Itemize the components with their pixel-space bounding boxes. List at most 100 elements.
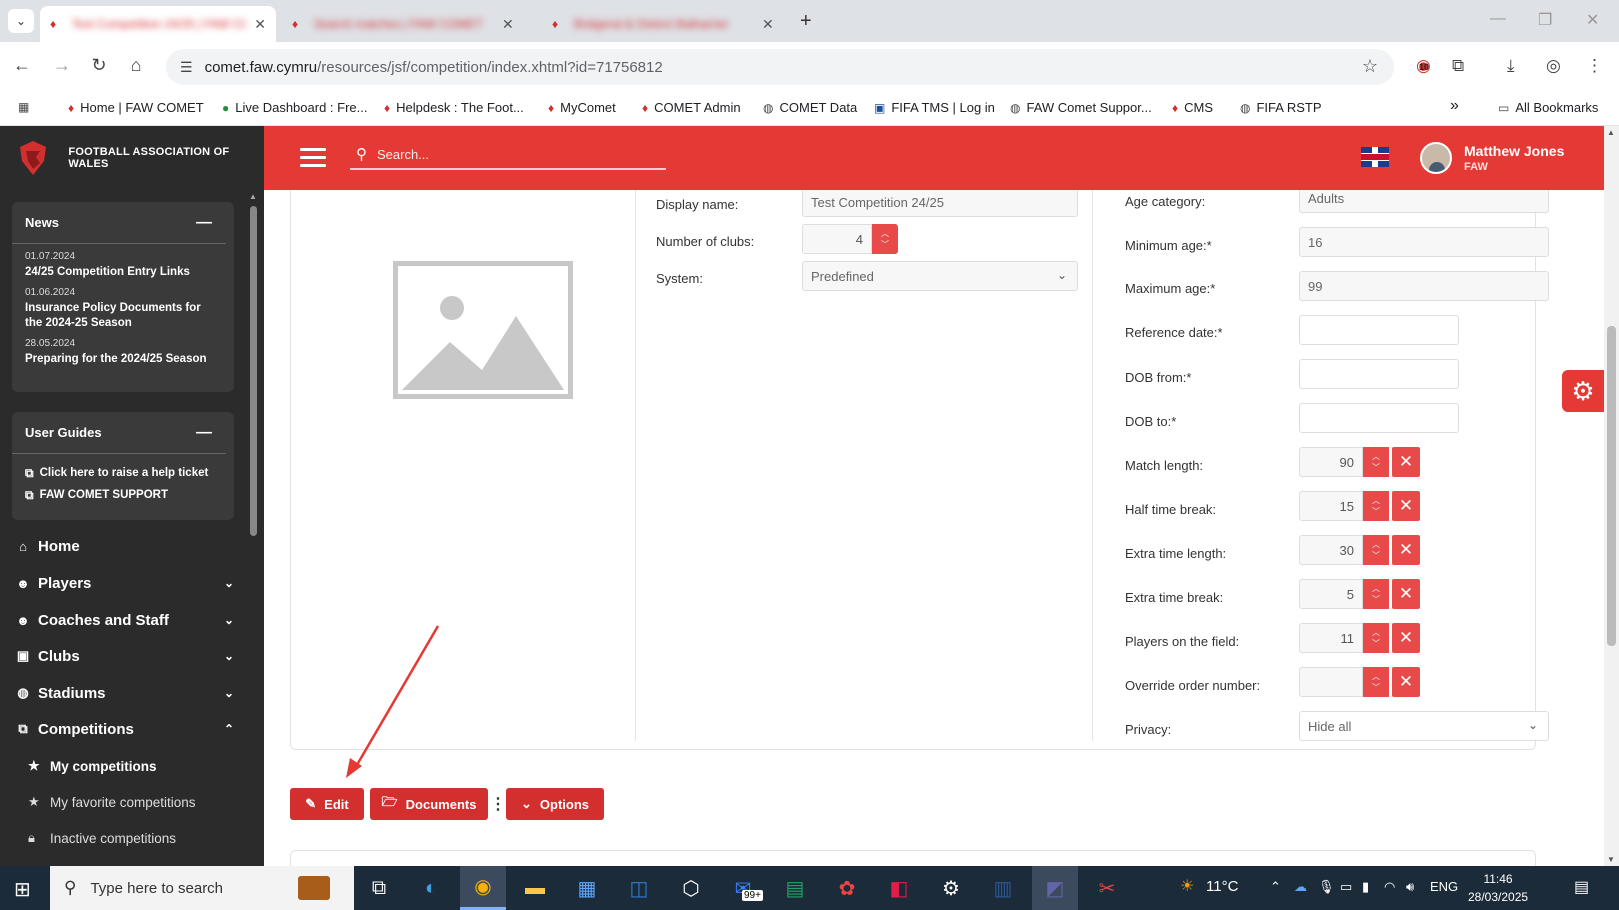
- chrome-icon[interactable]: ◉: [460, 866, 506, 910]
- weather-temp[interactable]: 11°C: [1206, 878, 1238, 895]
- chevron-up-icon[interactable]: ︿: [1372, 671, 1380, 682]
- site-info-icon[interactable]: ☰: [180, 59, 193, 76]
- user-guides-panel-header[interactable]: User Guides —: [12, 412, 226, 454]
- microphone-icon[interactable]: 🎙︎: [1318, 879, 1335, 895]
- bookmark-star-icon[interactable]: ☆: [1362, 56, 1378, 77]
- players-on-field-input[interactable]: 11: [1299, 623, 1363, 653]
- chevron-down-icon[interactable]: ﹀: [1372, 462, 1380, 473]
- match-length-input[interactable]: 90: [1299, 447, 1363, 477]
- new-tab-button[interactable]: +: [800, 10, 812, 33]
- chevron-down-icon[interactable]: ﹀: [1372, 682, 1380, 693]
- more-menu-icon[interactable]: ⋮: [1586, 56, 1603, 76]
- dob-from-field[interactable]: [1299, 359, 1459, 389]
- nav-inactive-competitions[interactable]: 🔒︎ Inactive competitions: [0, 820, 248, 856]
- page-scrollbar[interactable]: ▲ ▼: [1604, 126, 1619, 866]
- override-order-number-clear-button[interactable]: ✕: [1392, 667, 1420, 697]
- documents-button[interactable]: 🗁︎ Documents: [370, 788, 488, 820]
- extra-time-length-stepper[interactable]: ︿ ﹀: [1363, 535, 1389, 565]
- extra-time-break-input[interactable]: 5: [1299, 579, 1363, 609]
- profile-icon[interactable]: ◎: [1546, 56, 1561, 76]
- bookmark-comet-data[interactable]: ◍ COMET Data: [763, 100, 857, 115]
- chevron-up-icon[interactable]: ︿: [881, 228, 889, 239]
- nav-my-competitions[interactable]: ★ My competitions: [0, 748, 248, 784]
- mail-app-icon[interactable]: ✉: [720, 866, 766, 910]
- hamburger-menu-icon[interactable]: [300, 148, 326, 168]
- extra-time-length-input[interactable]: 30: [1299, 535, 1363, 565]
- chevron-up-icon[interactable]: ⌃: [1270, 879, 1281, 895]
- maximum-age-field[interactable]: 99: [1299, 271, 1549, 301]
- search-input[interactable]: ⚲ Search...: [350, 140, 666, 170]
- chevron-down-icon[interactable]: ﹀: [1372, 594, 1380, 605]
- nav-clubs[interactable]: ▣ Clubs ⌄: [0, 638, 248, 674]
- bookmark-cms[interactable]: ♦ CMS: [1172, 100, 1213, 115]
- number-of-clubs-stepper[interactable]: ︿ ﹀: [872, 224, 898, 254]
- browser-tab-2[interactable]: ♦ Search matches | FAW COMET ✕: [282, 6, 528, 42]
- scroll-up-icon[interactable]: ▲: [249, 192, 257, 201]
- tab-search-menu-button[interactable]: ⌄: [8, 9, 34, 33]
- more-bookmarks-button[interactable]: »: [1450, 97, 1459, 115]
- file-explorer-icon[interactable]: ▬: [512, 866, 558, 910]
- battery-icon[interactable]: ▮: [1362, 879, 1369, 895]
- bookmark-home-faw-comet[interactable]: ♦ Home | FAW COMET: [68, 100, 204, 115]
- bookmark-comet-admin[interactable]: ♦ COMET Admin: [642, 100, 741, 115]
- notifications-icon[interactable]: ▤: [1574, 877, 1589, 897]
- onedrive-icon[interactable]: ☁: [1294, 879, 1307, 895]
- competition-logo-placeholder[interactable]: [393, 261, 573, 399]
- bookmark-fifa-tms[interactable]: ▣ FIFA TMS | Log in: [874, 100, 995, 115]
- red-app-icon[interactable]: ✿: [824, 866, 870, 910]
- apps-grid-icon[interactable]: ▦: [18, 100, 29, 114]
- override-order-number-input[interactable]: [1299, 667, 1363, 697]
- minimum-age-field[interactable]: 16: [1299, 227, 1549, 257]
- close-icon[interactable]: ✕: [762, 16, 774, 33]
- teams-icon[interactable]: ◩: [1032, 866, 1078, 910]
- chevron-up-icon[interactable]: ︿: [1372, 495, 1380, 506]
- reload-icon[interactable]: ↻: [87, 55, 111, 76]
- nav-competitions[interactable]: ⧉ Competitions ⌃: [0, 711, 248, 747]
- options-button[interactable]: ⌄ Options: [506, 788, 604, 820]
- dob-to-field[interactable]: [1299, 403, 1459, 433]
- system-select[interactable]: Predefined ⌄: [802, 261, 1078, 291]
- news-item[interactable]: 01.06.2024 Insurance Policy Documents fo…: [12, 287, 234, 331]
- match-length-stepper[interactable]: ︿ ﹀: [1363, 447, 1389, 477]
- user-name[interactable]: Matthew Jones: [1464, 143, 1564, 159]
- edit-button[interactable]: ✎ Edit: [290, 788, 364, 820]
- help-ticket-link[interactable]: ⧉ Click here to raise a help ticket: [12, 462, 234, 484]
- chevron-up-icon[interactable]: ︿: [1372, 539, 1380, 550]
- nav-players[interactable]: ☻ Players ⌄: [0, 565, 248, 601]
- bookmark-fifa-rstp[interactable]: ◍ FIFA RSTP: [1240, 100, 1322, 115]
- scrollbar-thumb[interactable]: [1607, 326, 1616, 646]
- bookmark-live-dashboard[interactable]: ● Live Dashboard : Fre...: [222, 100, 367, 115]
- windows-start-icon[interactable]: ⊞: [14, 877, 31, 902]
- browser-tab-3[interactable]: ♦ Bridgend & District Balharrier ✕: [542, 6, 788, 42]
- players-on-field-stepper[interactable]: ︿ ﹀: [1363, 623, 1389, 653]
- players-on-field-clear-button[interactable]: ✕: [1392, 623, 1420, 653]
- chevron-up-icon[interactable]: ︿: [1372, 451, 1380, 462]
- browser-tab-1[interactable]: ♦ Test Competition 24/25 | FAW COMET ✕: [40, 6, 276, 42]
- half-time-break-input[interactable]: 15: [1299, 491, 1363, 521]
- chevron-up-icon[interactable]: ︿: [1372, 583, 1380, 594]
- nav-home[interactable]: ⌂ Home: [0, 528, 248, 564]
- settings-gear-icon[interactable]: ⚙: [1562, 370, 1604, 412]
- extra-time-break-stepper[interactable]: ︿ ﹀: [1363, 579, 1389, 609]
- store-icon[interactable]: ▦: [564, 866, 610, 910]
- language-indicator[interactable]: ENG: [1430, 879, 1458, 894]
- news-panel-header[interactable]: News —: [12, 202, 226, 244]
- minimize-icon[interactable]: —: [1490, 10, 1506, 28]
- nav-my-favorite-competitions[interactable]: ★ My favorite competitions: [0, 784, 248, 820]
- collapse-icon[interactable]: —: [196, 424, 212, 442]
- close-icon[interactable]: ✕: [254, 16, 266, 33]
- half-time-break-stepper[interactable]: ︿ ﹀: [1363, 491, 1389, 521]
- chevron-down-icon[interactable]: ﹀: [1372, 638, 1380, 649]
- sidebar-scrollbar-thumb[interactable]: [250, 206, 257, 536]
- cube-app-icon[interactable]: ⬡: [668, 866, 714, 910]
- news-item[interactable]: 28.05.2024 Preparing for the 2024/25 Sea…: [12, 338, 234, 367]
- word-icon[interactable]: ▥: [980, 866, 1026, 910]
- match-length-clear-button[interactable]: ✕: [1392, 447, 1420, 477]
- close-icon[interactable]: ✕: [502, 16, 514, 33]
- close-window-icon[interactable]: ✕: [1586, 10, 1599, 30]
- display-name-field[interactable]: Test Competition 24/25: [802, 190, 1078, 217]
- excel-icon[interactable]: ▤: [772, 866, 818, 910]
- chevron-down-icon[interactable]: ﹀: [1372, 550, 1380, 561]
- restore-icon[interactable]: ❐: [1538, 10, 1552, 30]
- chevron-down-icon[interactable]: ﹀: [881, 239, 889, 250]
